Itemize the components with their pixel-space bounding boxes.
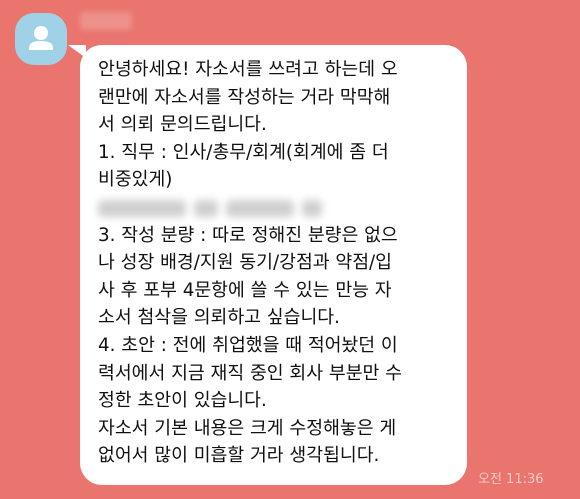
message-line: 사 후 포부 4문항에 쓸 수 있는 만능 자 [98,279,392,301]
message-line: 랜만에 자소서를 작성하는 거라 막막해 [98,86,391,108]
message-line: 없어서 많이 미흡할 거라 생각됩니다. [98,445,380,467]
message-line: 소서 첨삭을 의뢰하고 싶습니다. [98,307,340,329]
message-line: 자소서 기본 내용은 크게 수정해놓은 게 [98,417,397,439]
message-bubble[interactable]: 안녕하세요! 자소서를 쓰려고 하는데 오 랜만에 자소서를 작성하는 거라 막… [80,45,467,485]
sender-name-redacted [80,12,132,30]
message-line: 3. 작성 분량 : 따로 정해진 분량은 없으 [98,224,398,246]
message-line: 서 의뢰 문의드립니다. [98,114,267,136]
message-line: 비중있게) [98,169,173,191]
message-line: 1. 직무 : 인사/총무/회계(회계에 좀 더 [98,141,389,163]
person-icon [29,26,53,50]
message-line: 력서에서 지금 재직 중인 회사 부분만 수 [98,362,402,384]
message-timestamp: 오전 11:36 [478,472,544,487]
redacted-line [98,194,457,222]
message-line: 나 성장 배경/지원 동기/강점과 약점/입 [98,252,393,274]
message-line: 안녕하세요! 자소서를 쓰려고 하는데 오 [98,59,398,80]
message-line: 정한 초안이 있습니다. [98,390,267,412]
message-line: 4. 초안 : 전에 취업했을 때 적어놨던 이 [98,334,398,356]
sender-avatar[interactable] [15,13,67,65]
